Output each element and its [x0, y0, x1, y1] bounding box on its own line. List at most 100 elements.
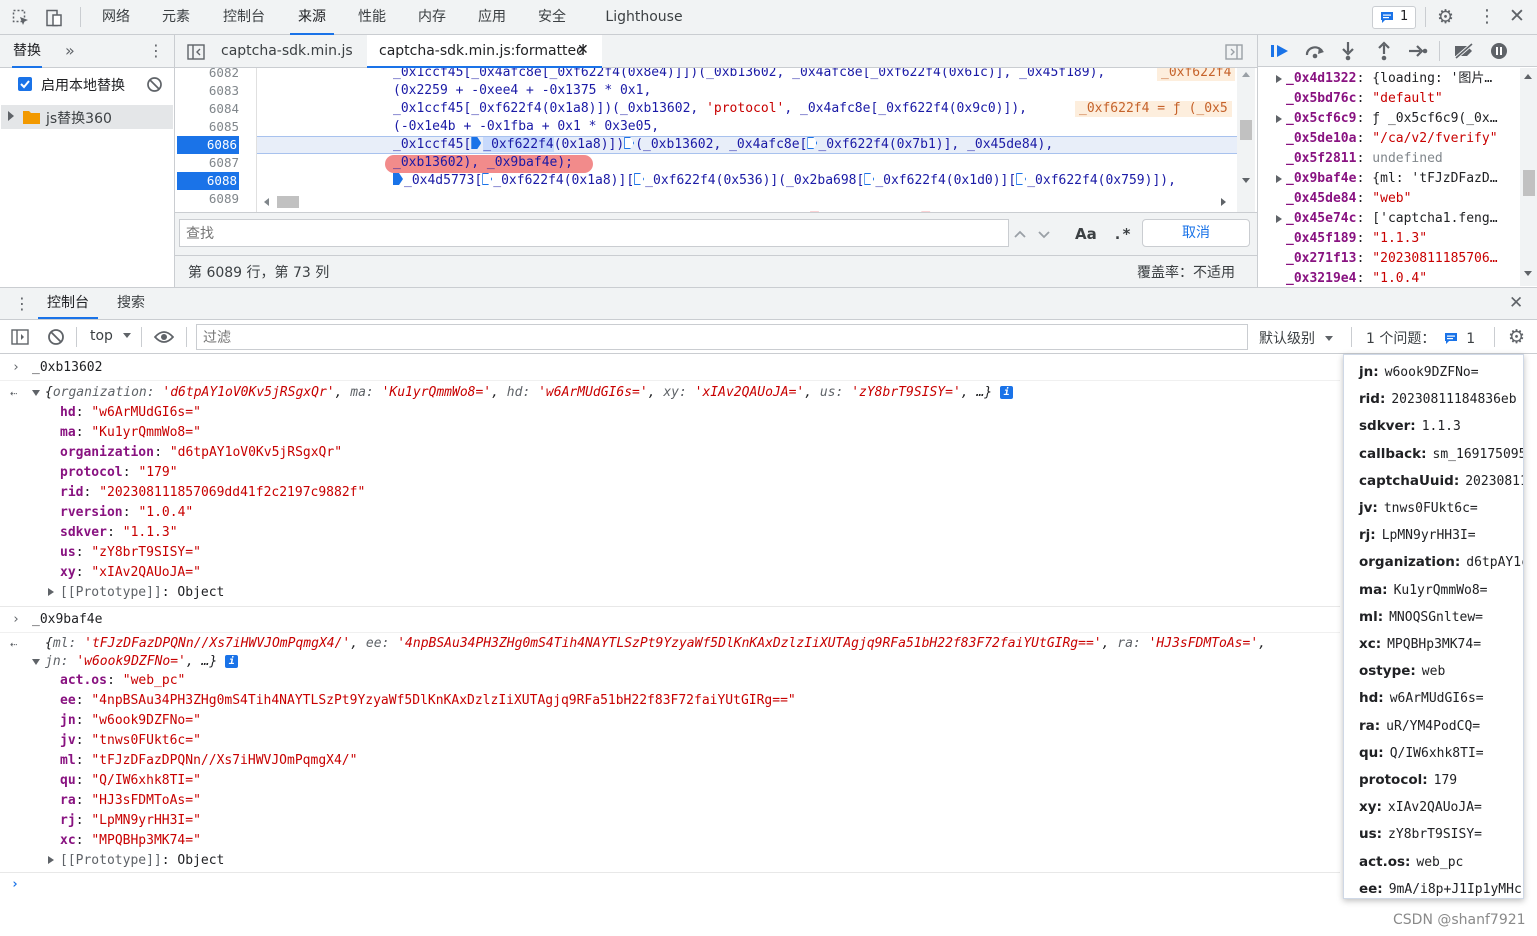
scope-scrollbar[interactable] — [1520, 68, 1537, 286]
find-input[interactable] — [179, 219, 1009, 247]
line-number[interactable]: 6089 — [175, 190, 239, 208]
settings-gear-icon[interactable]: ⚙ — [1437, 8, 1454, 27]
info-icon[interactable]: i — [1000, 386, 1014, 399]
tab-network[interactable]: 网络 — [96, 0, 136, 35]
code-editor[interactable]: _0x1ccf45[_0x4afc8e[_0xf622f4(0x8e4)]])(… — [257, 68, 1237, 193]
scope-variable-row[interactable]: _0x9baf4e: {ml: 'tFJzDFazD… — [1258, 169, 1520, 189]
inline-breakpoint-icon[interactable] — [634, 173, 645, 185]
console-settings-icon[interactable]: ⚙ — [1508, 328, 1525, 347]
tab-elements[interactable]: 元素 — [156, 0, 196, 35]
scroll-down-icon[interactable] — [1524, 271, 1532, 276]
console-prompt[interactable]: › — [0, 875, 1340, 895]
scroll-left-icon[interactable] — [264, 198, 269, 206]
override-folder-row[interactable]: js替换360 — [1, 105, 173, 129]
scope-scroll-thumb[interactable] — [1523, 170, 1535, 196]
context-selector[interactable]: top — [90, 328, 132, 344]
drawer-tab-console[interactable]: 控制台 — [38, 288, 98, 319]
live-expression-eye-icon[interactable] — [153, 330, 175, 347]
drawer-menu-icon[interactable]: ⋮ — [14, 296, 30, 312]
breakpoint-line-number[interactable]: 6086 — [177, 136, 239, 154]
editor-vertical-scrollbar[interactable] — [1237, 68, 1255, 212]
vertical-scroll-thumb[interactable] — [1240, 120, 1252, 140]
tab-memory[interactable]: 内存 — [412, 0, 452, 35]
tab-performance[interactable]: 性能 — [352, 0, 392, 35]
tab-sources[interactable]: 来源 — [290, 0, 334, 35]
console-issues-button[interactable]: 1 个问题： 1 — [1366, 328, 1475, 349]
scope-variable-row[interactable]: _0x271f13: "20230811185706… — [1258, 249, 1520, 269]
panel-menu-icon[interactable]: ⋮ — [148, 43, 164, 59]
scope-variable-row[interactable]: _0x5de10a: "/ca/v2/fverify" — [1258, 129, 1520, 149]
inline-breakpoint-icon[interactable] — [471, 137, 482, 149]
close-devtools-icon[interactable]: ✕ — [1509, 7, 1525, 26]
step-into-icon[interactable] — [1341, 41, 1355, 65]
close-drawer-icon[interactable]: ✕ — [1509, 295, 1523, 312]
clear-icon[interactable] — [146, 76, 163, 96]
expand-triangle-icon[interactable] — [1276, 115, 1282, 123]
inline-breakpoint-icon[interactable] — [864, 173, 875, 185]
horizontal-scrollbar[interactable] — [257, 193, 1237, 211]
line-number[interactable]: 6084 — [175, 100, 239, 118]
step-icon[interactable] — [1408, 44, 1428, 62]
inline-breakpoint-icon[interactable] — [624, 137, 635, 149]
find-next-icon[interactable] — [1037, 227, 1051, 243]
scope-variable-row[interactable]: _0x45f189: "1.1.3" — [1258, 229, 1520, 249]
deactivate-breakpoints-icon[interactable] — [1453, 42, 1475, 63]
scope-variable-row[interactable]: _0x5bd76c: "default" — [1258, 89, 1520, 109]
regex-toggle[interactable]: .* — [1113, 225, 1131, 243]
scroll-up-icon[interactable] — [1524, 74, 1532, 79]
drawer-tab-search[interactable]: 搜索 — [117, 288, 145, 319]
console-output[interactable]: › _0xb13602 ⇠ {organization: 'd6tpAY1oV0… — [0, 354, 1537, 936]
toggle-navigator-icon[interactable] — [187, 44, 205, 63]
console-filter-input[interactable] — [196, 324, 1248, 350]
expand-triangle-icon[interactable] — [1276, 75, 1282, 83]
pause-on-exceptions-icon[interactable] — [1490, 42, 1508, 64]
inline-breakpoint-icon[interactable] — [807, 137, 818, 149]
expand-triangle-icon[interactable] — [32, 390, 40, 396]
inline-breakpoint-icon[interactable] — [393, 173, 403, 185]
tab-application[interactable]: 应用 — [472, 0, 512, 35]
scope-variable-row[interactable]: _0x5f2811: undefined — [1258, 149, 1520, 169]
tab-security[interactable]: 安全 — [532, 0, 572, 35]
resume-icon[interactable] — [1270, 43, 1290, 63]
toggle-debugger-icon[interactable] — [1225, 44, 1243, 63]
horizontal-scroll-thumb[interactable] — [277, 196, 299, 208]
expand-triangle-icon[interactable] — [1276, 215, 1282, 223]
scope-variable-row[interactable]: _0x4d1322: {loading: '图片… — [1258, 69, 1520, 89]
enable-overrides-checkbox[interactable] — [18, 77, 32, 91]
line-number[interactable]: 6085 — [175, 118, 239, 136]
scope-variable-row[interactable]: _0x45de84: "web" — [1258, 189, 1520, 209]
tab-lighthouse[interactable]: Lighthouse — [603, 0, 685, 35]
clear-console-icon[interactable] — [47, 328, 65, 349]
expand-triangle-icon[interactable] — [32, 659, 40, 665]
cancel-search-button[interactable]: 取消 — [1142, 219, 1250, 247]
line-number[interactable]: 6087 — [175, 154, 239, 172]
scroll-right-icon[interactable] — [1221, 198, 1226, 206]
scroll-up-icon[interactable] — [1242, 72, 1250, 77]
scroll-down-icon[interactable] — [1242, 178, 1250, 183]
device-toolbar-icon[interactable] — [45, 9, 63, 30]
scope-variable-row[interactable]: _0x5cf6c9: ƒ _0x5cf6c9(_0x… — [1258, 109, 1520, 129]
inline-breakpoint-icon[interactable] — [1016, 173, 1027, 185]
more-options-icon[interactable]: ⋮ — [1478, 8, 1496, 26]
match-case-toggle[interactable]: Aa — [1075, 225, 1097, 243]
tab-console[interactable]: 控制台 — [216, 0, 272, 35]
scope-variable-row[interactable]: _0x45e74c: ['captcha1.feng… — [1258, 209, 1520, 229]
file-tab-formatted[interactable]: captcha-sdk.min.js:formatted ✕ — [367, 35, 602, 68]
breakpoint-line-number[interactable]: 6088 — [177, 172, 239, 190]
line-number[interactable]: 6082 — [175, 64, 239, 82]
inspect-element-icon[interactable] — [12, 9, 30, 30]
step-out-icon[interactable] — [1377, 41, 1391, 65]
info-icon[interactable]: i — [225, 655, 239, 668]
expand-triangle-icon[interactable] — [48, 588, 54, 596]
expand-triangle-icon[interactable] — [1276, 175, 1282, 183]
issues-button[interactable]: 1 — [1372, 6, 1416, 29]
log-level-selector[interactable]: 默认级别 — [1259, 328, 1334, 348]
tab-overrides[interactable]: 替换 — [12, 35, 42, 68]
step-over-icon[interactable] — [1304, 43, 1326, 63]
console-sidebar-icon[interactable] — [11, 329, 29, 348]
inline-breakpoint-icon[interactable] — [482, 173, 493, 185]
close-tab-icon[interactable]: ✕ — [577, 42, 589, 58]
line-number[interactable]: 6083 — [175, 82, 239, 100]
scope-variable-row[interactable]: _0x3219e4: "1.0.4" — [1258, 269, 1520, 286]
more-tabs-icon[interactable]: » — [65, 43, 75, 59]
